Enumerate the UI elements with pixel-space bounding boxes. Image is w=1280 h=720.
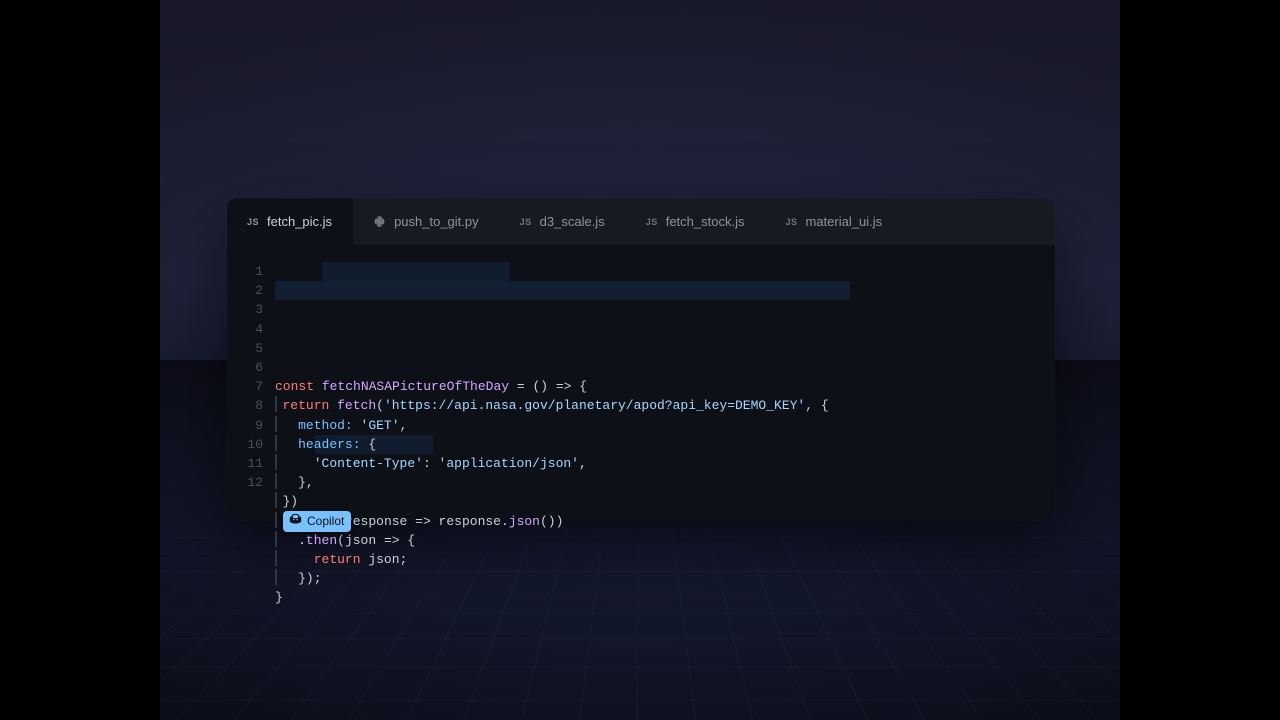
pillarbox-right [1120,0,1280,720]
tab-d3-scale[interactable]: JS d3_scale.js [500,198,626,245]
line-number: 5 [227,339,263,358]
line-number: 9 [227,416,263,435]
line-number: 11 [227,454,263,473]
code-line: }) [275,492,1043,511]
pillarbox-left [0,0,160,720]
tab-push-to-git[interactable]: push_to_git.py [353,198,500,245]
line-number: 12 [227,473,263,492]
code-area[interactable]: 1 2 3 4 5 6 7 8 9 10 11 12 const fetchNA… [227,246,1055,520]
code-line: headers: { [275,435,1043,454]
tab-label: fetch_pic.js [267,214,332,229]
copilot-badge[interactable]: Copilot [283,511,351,532]
code-line: }, [275,473,1043,492]
code-line: }); [275,569,1043,588]
code-line: .then(json => { [275,531,1043,550]
js-icon: JS [785,217,797,227]
tab-label: d3_scale.js [540,214,605,229]
line-number: 2 [227,281,263,300]
code-line: const fetchNASAPictureOfTheDay = () => { [275,377,1043,396]
line-number: 3 [227,300,263,319]
code-line: method: 'GET', [275,416,1043,435]
copilot-icon [289,513,302,529]
tab-label: material_ui.js [806,214,883,229]
code-editor-window: JS fetch_pic.js push_to_git.py JS d3_sca… [227,198,1055,520]
code-line: } [275,588,1043,607]
js-icon: JS [520,217,532,227]
tab-material-ui[interactable]: JS material_ui.js [765,198,903,245]
line-highlight [275,281,850,300]
tab-label: fetch_stock.js [666,214,745,229]
line-number: 1 [227,262,263,281]
line-number: 6 [227,358,263,377]
line-number: 7 [227,377,263,396]
js-icon: JS [646,217,658,227]
python-icon [373,215,386,228]
tab-bar: JS fetch_pic.js push_to_git.py JS d3_sca… [227,198,1055,246]
tab-label: push_to_git.py [394,214,479,229]
line-number-gutter: 1 2 3 4 5 6 7 8 9 10 11 12 [227,262,275,504]
copilot-label: Copilot [307,514,344,528]
code-line: return json; [275,550,1043,569]
code-line: .then(response => response.json()) [275,512,1043,531]
tab-fetch-stock[interactable]: JS fetch_stock.js [626,198,766,245]
code-line: return fetch('https://api.nasa.gov/plane… [275,396,1043,415]
identifier-highlight [322,262,510,281]
line-number: 4 [227,320,263,339]
tab-fetch-pic[interactable]: JS fetch_pic.js [227,198,353,245]
code-content[interactable]: const fetchNASAPictureOfTheDay = () => {… [275,262,1055,504]
line-number: 10 [227,435,263,454]
line-number: 8 [227,396,263,415]
js-icon: JS [247,217,259,227]
code-line: 'Content-Type': 'application/json', [275,454,1043,473]
